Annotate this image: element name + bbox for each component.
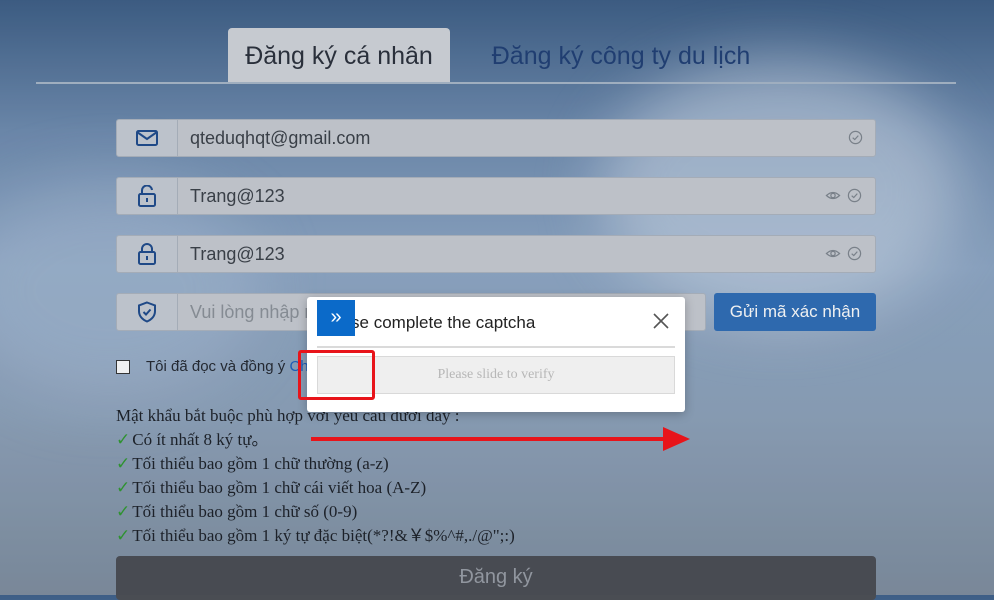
slider-handle[interactable]: » (317, 300, 355, 336)
highlight-box (298, 350, 375, 400)
right-arrow-annotation (311, 427, 690, 451)
divider (317, 346, 675, 348)
close-icon[interactable] (651, 311, 671, 331)
